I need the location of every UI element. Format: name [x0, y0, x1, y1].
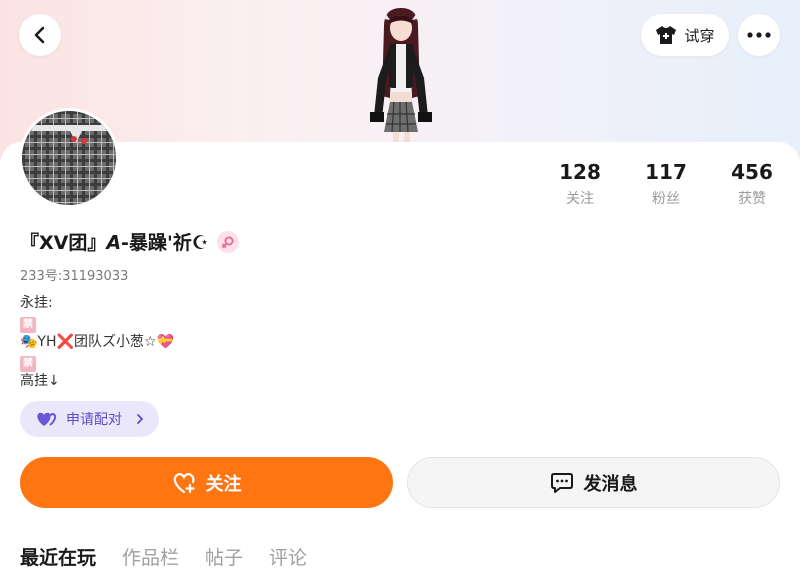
follow-label: 关注: [205, 473, 242, 495]
try-on-label: 试穿: [684, 26, 715, 45]
heart-plus-icon: [173, 472, 195, 493]
stat-following-label: 关注: [566, 191, 594, 207]
bio-line: 永挂:: [20, 295, 53, 311]
character-avatar-3d: [370, 8, 432, 142]
send-message-button[interactable]: 发消息: [407, 457, 780, 508]
stat-followers-count: 117: [645, 160, 687, 184]
bio-line: 禁: [20, 353, 174, 373]
stat-following[interactable]: 128 关注: [545, 160, 615, 208]
avatar-image: [22, 111, 116, 205]
tab-posts[interactable]: 帖子: [205, 543, 243, 570]
chevron-left-icon: [34, 26, 45, 44]
send-message-label: 发消息: [583, 473, 638, 495]
tab-recently-played[interactable]: 最近在玩: [20, 543, 96, 570]
gender-badge: [216, 230, 239, 253]
more-options-button[interactable]: [738, 14, 780, 56]
bio: 永挂: 禁 🎭YH❌团队ズ小葱☆💝 禁 高挂↓: [20, 294, 174, 392]
apply-pair-button[interactable]: 申请配对: [20, 401, 159, 437]
try-on-button[interactable]: 试穿: [641, 14, 729, 56]
stat-followers[interactable]: 117 粉丝: [631, 160, 701, 208]
user-id-label: 233号:: [20, 269, 63, 284]
tab-works[interactable]: 作品栏: [122, 543, 179, 570]
tab-comments[interactable]: 评论: [269, 543, 307, 570]
chat-bubble-icon: [550, 472, 573, 493]
profile-tabs: 最近在玩 作品栏 帖子 评论: [20, 543, 307, 570]
user-avatar[interactable]: [19, 108, 119, 208]
follow-button[interactable]: 关注: [20, 457, 393, 508]
bio-line: 🎭YH❌团队ズ小葱☆💝: [20, 334, 174, 351]
stat-followers-label: 粉丝: [652, 191, 680, 207]
bio-line: 高挂↓: [20, 373, 60, 390]
tshirt-icon: [656, 26, 677, 44]
ban-mark-icon: 禁: [20, 316, 36, 333]
username-row: 『XV团』𝘼-暴躁'祈☪: [20, 228, 239, 255]
stat-likes-label: 获赞: [738, 191, 766, 207]
stat-likes-count: 456: [731, 160, 773, 184]
stat-likes[interactable]: 456 获赞: [717, 160, 787, 208]
more-horizontal-icon: [747, 32, 771, 38]
back-button[interactable]: [19, 14, 61, 56]
user-id-value: 31193033: [62, 269, 129, 284]
apply-pair-label: 申请配对: [66, 412, 122, 428]
chevron-right-icon: [137, 414, 144, 424]
stat-following-count: 128: [559, 160, 601, 184]
user-id: 233号:31193033: [20, 265, 128, 284]
bio-line: 禁: [20, 314, 174, 334]
username: 『XV团』𝘼-暴躁'祈☪: [20, 232, 209, 254]
ban-mark-icon: 禁: [20, 355, 36, 372]
female-icon: [221, 236, 234, 248]
double-heart-icon: [37, 412, 57, 426]
